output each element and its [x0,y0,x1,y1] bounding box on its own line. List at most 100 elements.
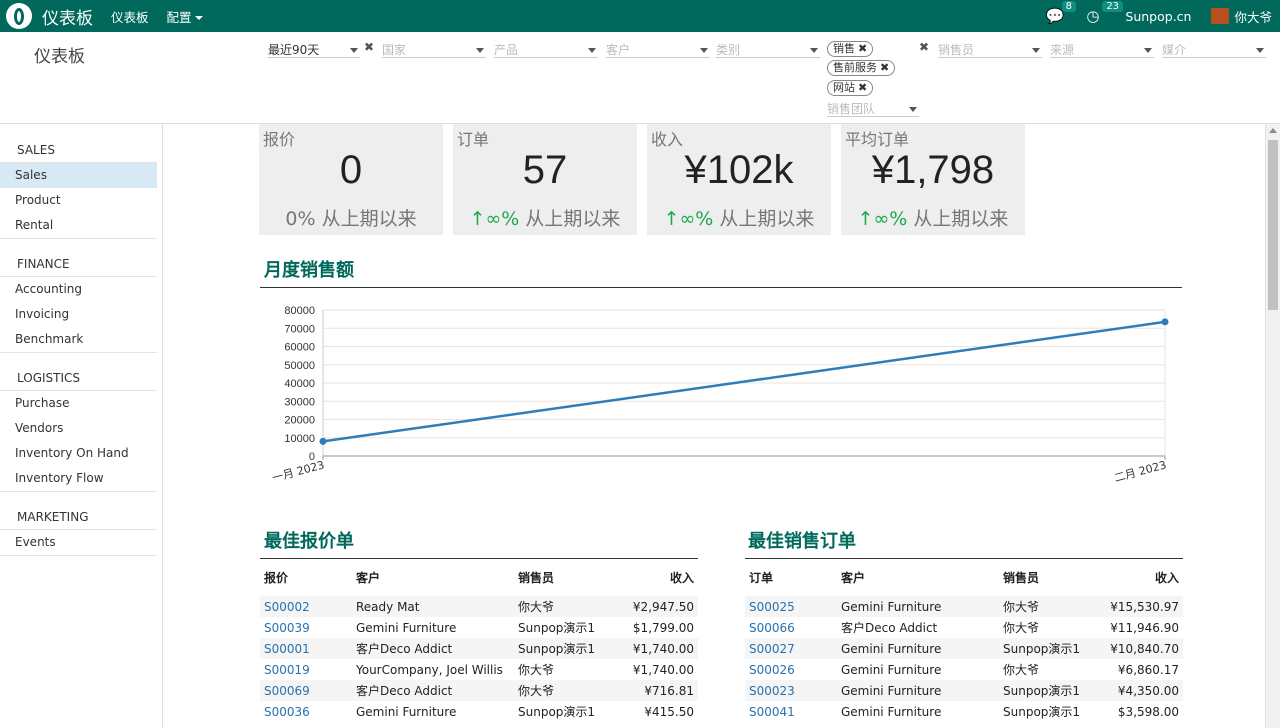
kpi-value: ¥1,798 [871,148,995,192]
clear-teams-icon[interactable]: ✖ [919,40,929,54]
clock-icon: ◷ [1086,7,1100,25]
sidebar-item-vendors[interactable]: Vendors [0,416,157,441]
column-header[interactable]: 销售员 [999,558,1099,596]
product-select[interactable]: 产品 [494,40,598,58]
activities-button[interactable]: ◷ 23 [1086,1,1124,25]
table-row[interactable]: S00019 YourCompany, Joel Willis 你大爷 ¥1,740.… [260,659,698,680]
order-ref-link[interactable]: S00036 [260,701,352,722]
kpi-trend-value: ∞% [873,208,908,230]
table-row[interactable]: S00069 客户Deco Addict 你大爷 ¥716.81 [260,680,698,701]
column-header[interactable]: 客户 [352,558,514,596]
caret-down-icon [194,16,203,20]
team-chip-sales[interactable]: 销售 ✖ [827,41,874,57]
date-range-select[interactable]: 最近90天 [268,40,360,58]
order-ref-link[interactable]: S00002 [260,596,352,617]
sidebar-item-sales[interactable]: Sales [0,163,157,188]
medium-select[interactable]: 媒介 [1162,40,1266,58]
table-header-row: 报价 客户 销售员 收入 [260,558,698,596]
order-ref-link[interactable]: S00027 [745,638,837,659]
table-row[interactable]: S00036 Gemini Furniture Sunpop演示1 ¥415.50 [260,701,698,722]
menu-dashboard[interactable]: 仪表板 [111,7,149,26]
team-chip-presales[interactable]: 售前服务 ✖ [827,60,896,76]
messages-button[interactable]: 💬 8 [1046,1,1076,25]
team-chip-website[interactable]: 网站 ✖ [827,80,874,96]
scrollbar[interactable] [1265,124,1280,728]
clear-date-icon[interactable]: ✖ [364,40,374,54]
remove-chip-icon[interactable]: ✖ [858,81,867,94]
sidebar-item-rental[interactable]: Rental [0,213,157,238]
table-row[interactable]: S00027 Gemini Furniture Sunpop演示1 ¥10,840.7… [745,638,1183,659]
y-tick-label: 30000 [284,396,315,408]
kpi-revenue[interactable]: 收入 ¥102k ↑∞% 从上期以来 [647,124,831,235]
remove-chip-icon[interactable]: ✖ [858,42,867,55]
salesperson-cell: 你大爷 [514,680,614,701]
customer-select[interactable]: 客户 [606,40,710,58]
team-chip-website-label: 网站 [833,81,855,94]
table-row[interactable]: S00039 Gemini Furniture Sunpop演示1 $1,799.00 [260,617,698,638]
user-menu[interactable]: 你大爷 [1211,7,1272,26]
column-header[interactable]: 订单 [745,558,837,596]
sidebar-item-accounting[interactable]: Accounting [0,277,157,302]
sidebar-item-inventory-on-hand[interactable]: Inventory On Hand [0,441,157,466]
sidebar-item-benchmark[interactable]: Benchmark [0,327,157,352]
column-header[interactable]: 销售员 [514,558,614,596]
revenue-cell: $1,799.00 [632,620,694,635]
revenue-cell: ¥4,350.00 [1099,680,1183,701]
y-tick-label: 60000 [284,342,315,354]
best-quotations-title: 最佳报价单 [264,531,354,552]
customer-cell: 客户Deco Addict [352,680,514,701]
sidebar-item-inventory-flow[interactable]: Inventory Flow [0,466,157,491]
remove-chip-icon[interactable]: ✖ [880,61,889,74]
salesperson-select[interactable]: 销售员 [938,40,1042,58]
kpi-average-order[interactable]: 平均订单 ¥1,798 ↑∞% 从上期以来 [841,124,1025,235]
revenue-cell: ¥415.50 [644,704,694,719]
table-row[interactable]: S00041 Gemini Furniture Sunpop演示1 $3,598.00 [745,701,1183,722]
salesperson-cell: Sunpop演示1 [518,705,596,719]
category-select[interactable]: 类别 [716,40,820,58]
order-ref-link[interactable]: S00019 [260,659,352,680]
column-header[interactable]: 客户 [837,558,999,596]
table-row[interactable]: S00026 Gemini Furniture 你大爷 ¥6,860.17 [745,659,1183,680]
source-select[interactable]: 来源 [1050,40,1154,58]
kpi-quotations[interactable]: 报价 0 0% 从上期以来 [259,124,443,235]
order-ref-link[interactable]: S00039 [260,617,352,638]
column-header[interactable]: 收入 [614,558,698,596]
revenue-cell: ¥6,860.17 [1117,662,1179,677]
column-header[interactable]: 收入 [1099,558,1183,596]
order-ref-link[interactable]: S00026 [745,659,837,680]
order-ref-link[interactable]: S00001 [260,638,352,659]
sidebar-item-product[interactable]: Product [0,188,157,213]
customer-cell: Gemini Furniture [837,596,999,617]
table-row[interactable]: S00066 客户Deco Addict 你大爷 ¥11,946.90 [745,617,1183,638]
table-row[interactable]: S00001 客户Deco Addict Sunpop演示1 ¥1,740.00 [260,638,698,659]
country-select[interactable]: 国家 [382,40,486,58]
customer-cell: Gemini Furniture [837,638,999,659]
kpi-orders[interactable]: 订单 57 ↑∞% 从上期以来 [453,124,637,235]
table-row[interactable]: S00025 Gemini Furniture 你大爷 ¥15,530.97 [745,596,1183,617]
column-header[interactable]: 报价 [260,558,352,596]
sidebar-item-purchase[interactable]: Purchase [0,391,157,416]
order-ref-link[interactable]: S00023 [745,680,837,701]
order-ref-link[interactable]: S00066 [745,617,837,638]
order-ref-link[interactable]: S00041 [745,701,837,722]
data-point [319,437,327,445]
table-row[interactable]: S00023 Gemini Furniture Sunpop演示1 ¥4,350.00 [745,680,1183,701]
top-navbar: 仪表板 仪表板 配置 💬 8 ◷ 23 Sunpop.cn 你大爷 [0,0,1280,32]
scroll-up-icon[interactable] [1269,128,1277,133]
customer-cell: Gemini Furniture [356,620,457,635]
sidebar-item-events[interactable]: Events [0,530,157,555]
y-tick-label: 50000 [284,360,315,372]
sidebar-heading: MARKETING [0,510,157,530]
table-row[interactable]: S00002 Ready Mat 你大爷 ¥2,947.50 [260,596,698,617]
sales-team-input[interactable]: 销售团队 [827,99,919,117]
order-ref-link[interactable]: S00025 [745,596,837,617]
order-ref-link[interactable]: S00069 [260,680,352,701]
sidebar-item-invoicing[interactable]: Invoicing [0,302,157,327]
app-name: 仪表板 [42,8,93,29]
customer-cell: 客户Deco Addict [841,621,938,635]
company-switcher[interactable]: Sunpop.cn [1125,9,1191,24]
messages-count-badge: 8 [1061,1,1076,12]
scrollbar-thumb[interactable] [1268,140,1278,310]
menu-config[interactable]: 配置 [167,7,203,26]
app-logo-icon[interactable] [6,3,32,29]
